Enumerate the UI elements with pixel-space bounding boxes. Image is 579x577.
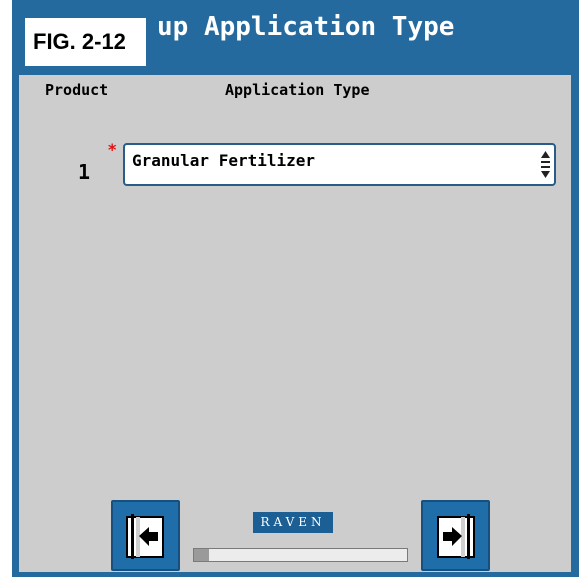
- column-header-application-type: Application Type: [225, 81, 370, 99]
- progress-fill: [194, 549, 209, 561]
- product-number: 1: [78, 160, 91, 184]
- raven-logo: RAVEN: [253, 512, 333, 533]
- screen: up Application Type FIG. 2-12 Product Ap…: [0, 0, 579, 577]
- application-type-value: Granular Fertilizer: [132, 151, 316, 170]
- up-down-spinner-icon[interactable]: [540, 150, 551, 180]
- figure-label: FIG. 2-12: [25, 18, 146, 66]
- back-arrow-icon: [126, 514, 164, 559]
- page-title: up Application Type: [157, 12, 455, 42]
- application-type-select[interactable]: Granular Fertilizer: [123, 143, 556, 186]
- progress-bar: [193, 548, 408, 562]
- back-button[interactable]: [111, 500, 180, 571]
- column-header-product: Product: [45, 81, 109, 99]
- required-indicator: *: [108, 140, 117, 159]
- next-arrow-icon: [437, 514, 475, 559]
- next-button[interactable]: [421, 500, 490, 571]
